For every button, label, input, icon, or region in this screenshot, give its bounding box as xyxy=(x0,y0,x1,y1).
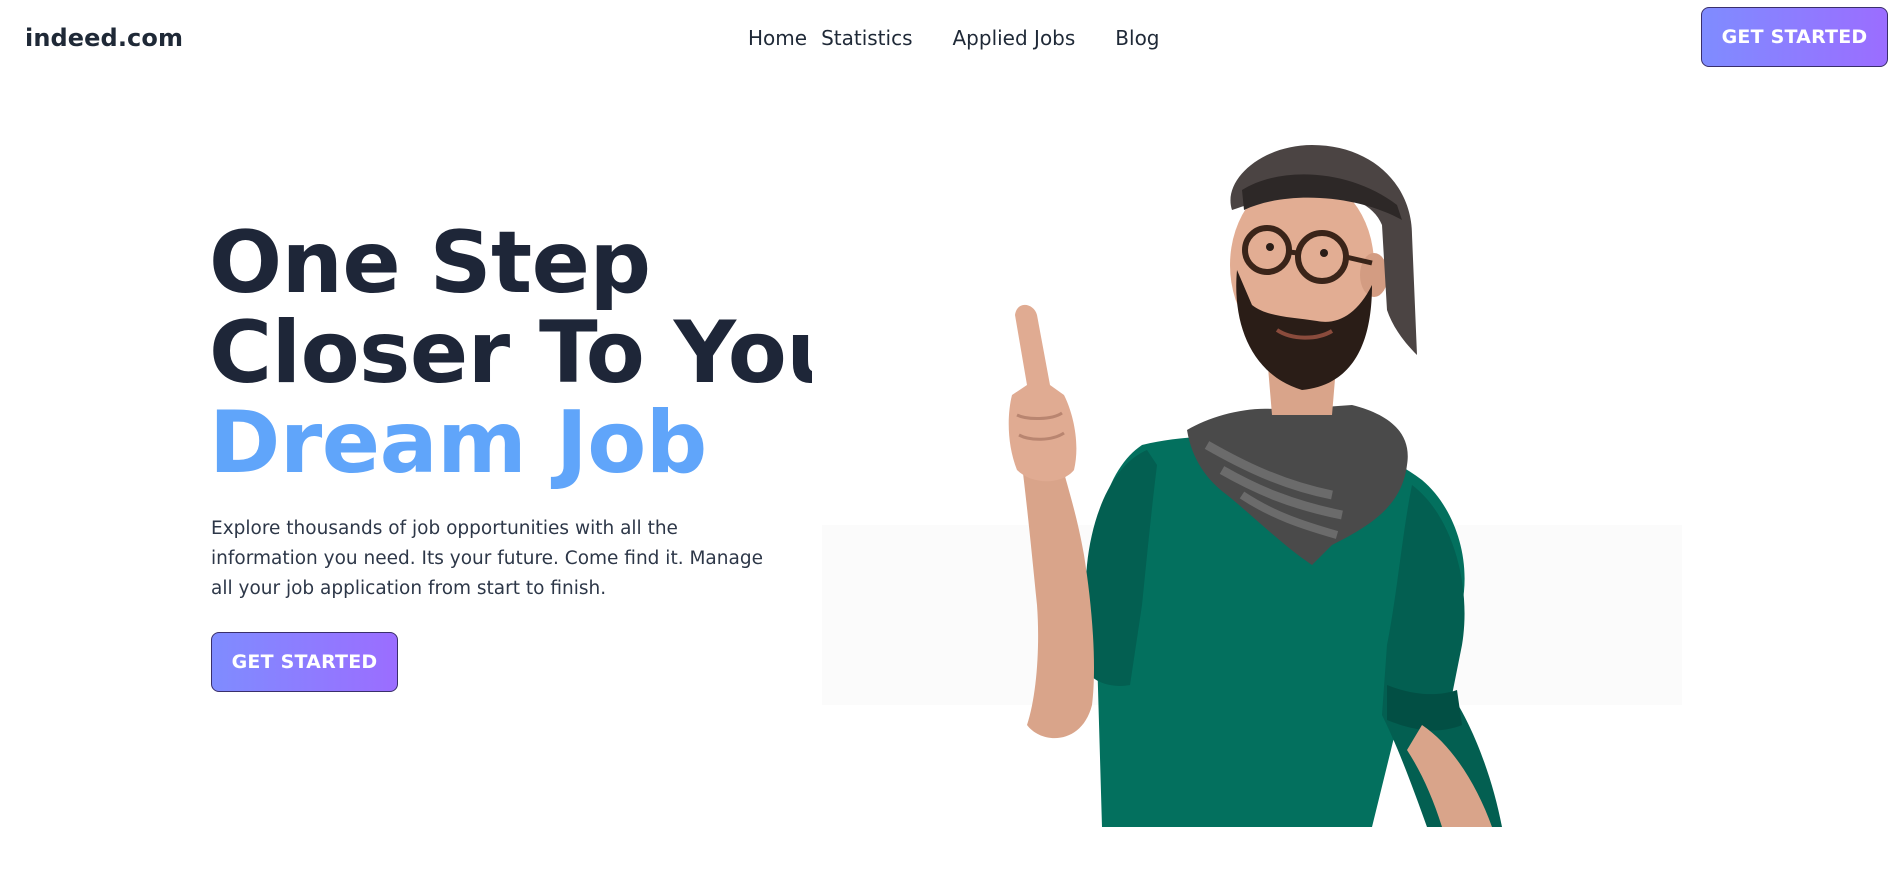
hero-title-accent: Dream Job xyxy=(209,393,707,493)
get-started-nav-button[interactable]: GET STARTED xyxy=(1701,7,1888,67)
nav-link-blog[interactable]: Blog xyxy=(1115,26,1159,50)
nav-link-home[interactable]: Home xyxy=(748,26,807,50)
top-navbar: indeed.com Home Statistics Applied Jobs … xyxy=(0,0,1898,77)
hero-title-line-2: Closer To Your xyxy=(209,303,889,403)
hero-title: One Step Closer To Your Dream Job xyxy=(209,218,889,488)
nav-link-applied-jobs[interactable]: Applied Jobs xyxy=(953,26,1076,50)
main-nav: Home Statistics Applied Jobs Blog xyxy=(748,26,1160,50)
hero-title-line-1: One Step xyxy=(209,213,651,313)
nav-link-statistics[interactable]: Statistics xyxy=(821,26,912,50)
hero-description: Explore thousands of job opportunities w… xyxy=(211,518,763,599)
site-logo[interactable]: indeed.com xyxy=(25,24,183,52)
get-started-hero-button[interactable]: GET STARTED xyxy=(211,632,398,692)
hero-image-man-pointing-up xyxy=(812,85,1692,827)
